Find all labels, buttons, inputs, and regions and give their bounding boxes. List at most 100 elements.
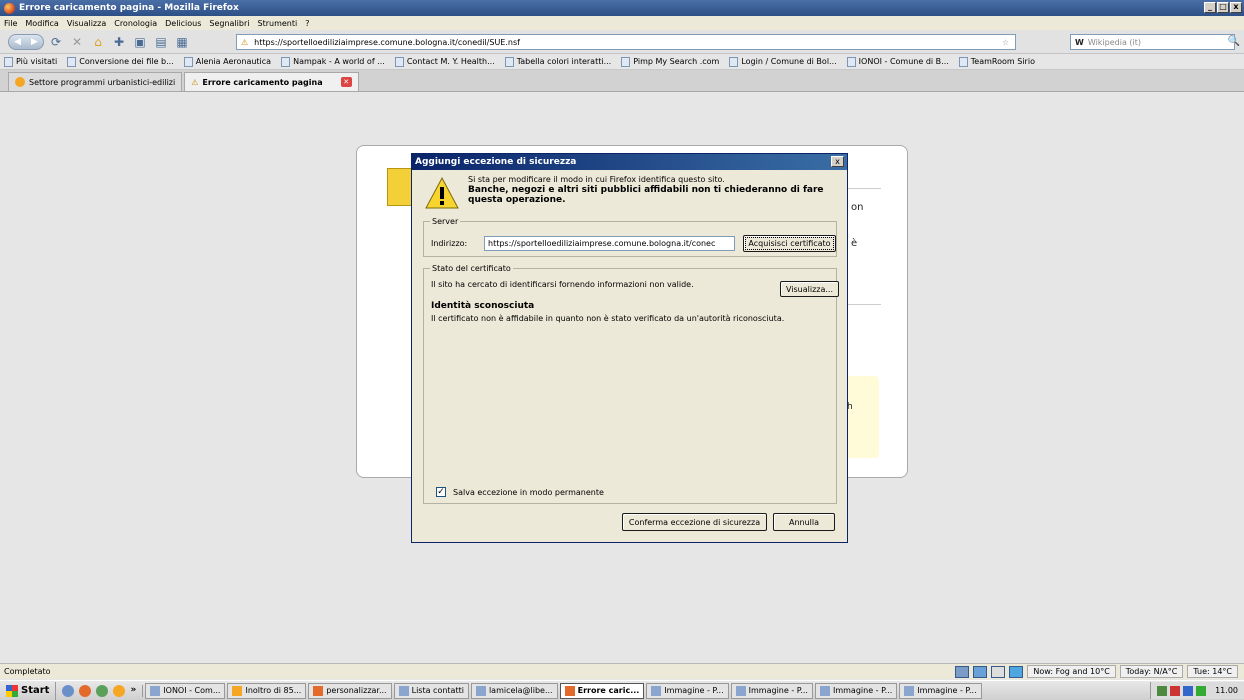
firefox-quick-icon[interactable]: [79, 684, 92, 697]
taskbar-item[interactable]: IONOI - Com...: [145, 682, 226, 699]
search-icon[interactable]: 🔍: [1228, 36, 1240, 47]
warning-text: Banche, negozi e altri siti pubblici aff…: [468, 185, 824, 205]
address-input[interactable]: https://sportelloediliziaimprese.comune.…: [484, 236, 735, 251]
stop-icon[interactable]: ✕: [68, 33, 86, 51]
dialog-close-button[interactable]: x: [831, 156, 844, 167]
permanent-label[interactable]: Salva eccezione in modo permanente: [453, 488, 604, 497]
bookmark-item[interactable]: Conversione dei file b...: [67, 56, 174, 67]
bookmark-item[interactable]: TeamRoom Sirio: [958, 56, 1035, 67]
bookmark-item[interactable]: Più visitati: [4, 56, 58, 67]
search-input[interactable]: W Wikipedia (it): [1070, 34, 1235, 50]
confirm-exception-button[interactable]: Conferma eccezione di sicurezza: [622, 513, 767, 531]
permanent-checkbox[interactable]: ✓: [436, 487, 446, 497]
bookmark-item[interactable]: Login / Comune di Bol...: [729, 56, 837, 67]
taskbar-item[interactable]: Immagine - P...: [646, 682, 729, 699]
forward-arrow-icon[interactable]: ▶: [31, 37, 38, 47]
bookmark-icon: [504, 56, 514, 67]
back-forward-buttons[interactable]: ◀ ▶: [8, 33, 44, 50]
maximize-button[interactable]: □: [1217, 2, 1229, 13]
network-icon[interactable]: [955, 665, 970, 678]
mail-icon[interactable]: [991, 665, 1006, 678]
bookmark-label: Più visitati: [16, 57, 58, 66]
search-placeholder: Wikipedia (it): [1087, 37, 1141, 47]
star-icon[interactable]: ☆: [1002, 38, 1009, 47]
quick-launch-icon[interactable]: [96, 684, 109, 697]
warning-icon: [425, 176, 459, 209]
bookmark-icon: [846, 56, 856, 67]
task-label: Lista contatti: [411, 686, 464, 695]
delicious-status-icon[interactable]: [973, 665, 988, 678]
taskbar-item[interactable]: Immagine - P...: [730, 682, 813, 699]
tab-settore[interactable]: Settore programmi urbanistici-edilizi: [8, 72, 183, 91]
url-text: https://sportelloediliziaimprese.comune.…: [254, 37, 520, 47]
bookmark-item[interactable]: IONOI - Comune di B...: [846, 56, 949, 67]
status-bar: Completato Now: Fog and 10°C Today: N/A°…: [0, 663, 1244, 679]
url-bar[interactable]: ⚠ https://sportelloediliziaimprese.comun…: [236, 34, 1016, 50]
menu-visualizza[interactable]: Visualizza: [67, 19, 106, 28]
delicious-icon[interactable]: ▦: [173, 33, 191, 51]
system-tray: 11.00: [1150, 682, 1244, 699]
toolbar-tool-icon[interactable]: ▣: [131, 33, 149, 51]
window-titlebar: Errore caricamento pagina - Mozilla Fire…: [0, 0, 1244, 16]
bookmark-add-icon[interactable]: ✚: [110, 33, 128, 51]
menu-delicious[interactable]: Delicious: [165, 19, 201, 28]
quick-launch-icon[interactable]: [113, 684, 126, 697]
app-icon: [904, 685, 915, 696]
taskbar-item[interactable]: Immagine - P...: [814, 682, 898, 699]
wikipedia-icon[interactable]: W: [1075, 38, 1084, 47]
tab-label: Settore programmi urbanistici-edilizi: [29, 77, 176, 87]
bookmark-item[interactable]: Nampak - A world of ...: [281, 56, 385, 67]
close-window-button[interactable]: x: [1230, 2, 1242, 13]
print-icon[interactable]: ▤: [152, 33, 170, 51]
quick-launch-icon[interactable]: [62, 684, 75, 697]
home-icon[interactable]: ⌂: [89, 33, 107, 51]
dialog-title: Aggiungi eccezione di sicurezza: [415, 157, 577, 167]
tray-icon[interactable]: [1170, 685, 1181, 696]
taskbar-item[interactable]: Lista contatti: [393, 682, 469, 699]
clock[interactable]: 11.00: [1215, 686, 1238, 695]
menu-help[interactable]: ?: [305, 19, 309, 28]
taskbar-item[interactable]: Inoltro di 85...: [227, 682, 307, 699]
tray-icon[interactable]: [1196, 685, 1207, 696]
app-icon: [313, 685, 324, 696]
task-label: personalizzar...: [326, 686, 387, 695]
app-icon: [475, 685, 486, 696]
status-app-icon[interactable]: [1009, 665, 1024, 678]
bookmark-item[interactable]: Alenia Aeronautica: [183, 56, 271, 67]
bookmark-icon: [958, 56, 968, 67]
weather-now[interactable]: Now: Fog and 10°C: [1027, 665, 1116, 678]
weather-tuesday[interactable]: Tue: 14°C: [1187, 665, 1238, 678]
menu-modifica[interactable]: Modifica: [25, 19, 58, 28]
error-text-fragment: è: [851, 238, 858, 249]
get-certificate-button[interactable]: Acquisisci certificato: [743, 235, 836, 252]
bookmark-label: Tabella colori interatti...: [516, 57, 612, 66]
weather-today[interactable]: Today: N/A°C: [1119, 665, 1184, 678]
site-favicon-icon: [15, 77, 25, 87]
tray-icon[interactable]: [1157, 685, 1168, 696]
taskbar-item[interactable]: personalizzar...: [308, 682, 392, 699]
firefox-logo-icon: [4, 2, 15, 14]
bookmark-label: Nampak - A world of ...: [293, 57, 385, 66]
taskbar-item[interactable]: Errore caric...: [559, 682, 645, 699]
menu-segnalibri[interactable]: Segnalibri: [209, 19, 249, 28]
view-certificate-button[interactable]: Visualizza...: [780, 281, 839, 297]
cancel-button[interactable]: Annulla: [773, 513, 835, 531]
back-arrow-icon[interactable]: ◀: [14, 37, 21, 47]
bookmark-item[interactable]: Tabella colori interatti...: [504, 56, 612, 67]
tray-icon[interactable]: [1183, 685, 1194, 696]
bookmark-item[interactable]: Pimp My Search .com: [621, 56, 719, 67]
quick-launch-more-icon[interactable]: »: [130, 685, 136, 697]
taskbar-item[interactable]: Immagine - P...: [899, 682, 982, 699]
menu-file[interactable]: File: [4, 19, 17, 28]
menu-strumenti[interactable]: Strumenti: [258, 19, 298, 28]
menu-cronologia[interactable]: Cronologia: [114, 19, 157, 28]
tab-errore[interactable]: ⚠ Errore caricamento pagina ✕: [184, 72, 359, 91]
minimize-button[interactable]: _: [1204, 2, 1216, 13]
task-label: Immagine - P...: [748, 686, 808, 695]
start-button[interactable]: Start: [0, 681, 57, 700]
taskbar-item[interactable]: lamicela@libe...: [470, 682, 558, 699]
reload-icon[interactable]: ⟳: [47, 33, 65, 51]
bookmark-item[interactable]: Contact M. Y. Health...: [394, 56, 495, 67]
close-tab-icon[interactable]: ✕: [340, 77, 352, 87]
quick-launch: »: [56, 684, 144, 697]
